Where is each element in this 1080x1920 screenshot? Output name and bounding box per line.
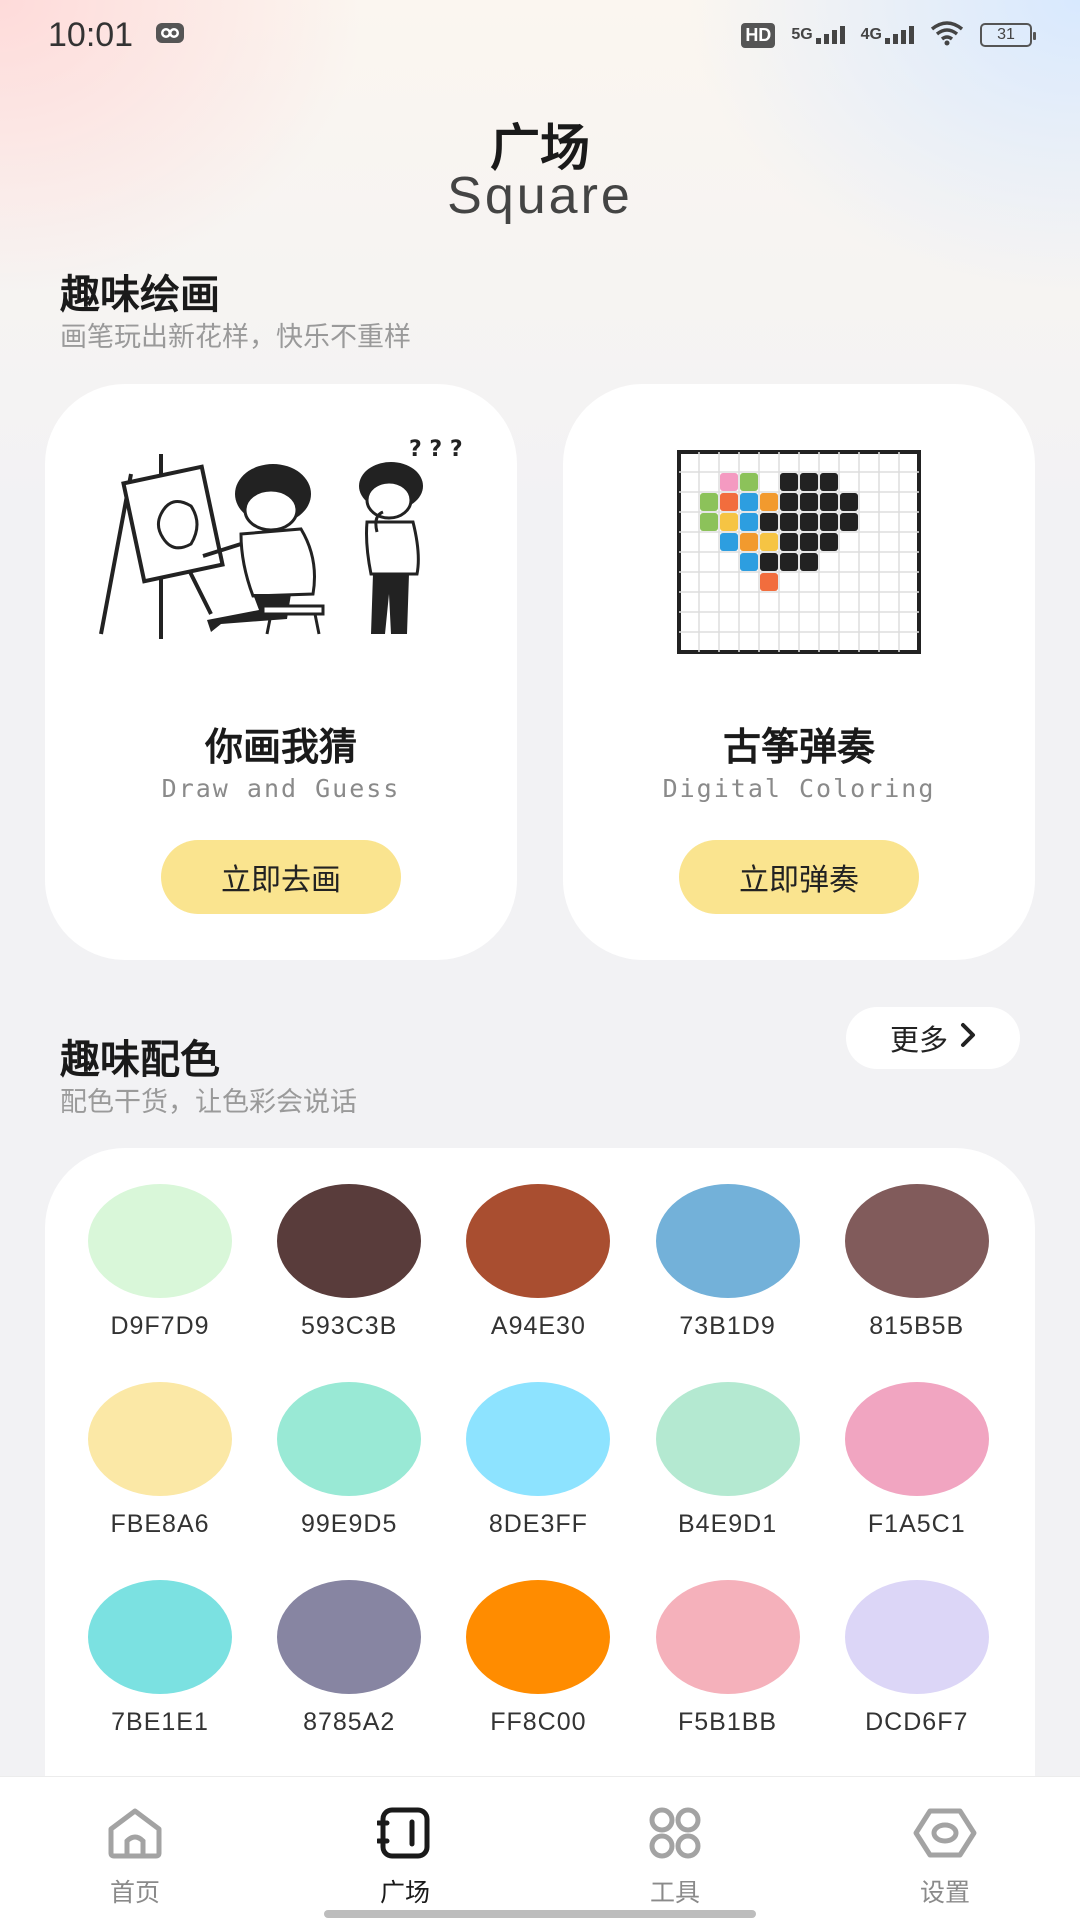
swatch-hex-label: F1A5C1 [867,1510,966,1538]
swatch-row: 7BE1E1 8785A2 FF8C00 F5B1BB DCD6F7 [45,1580,1035,1778]
swatch-row: D9F7D9 593C3B A94E30 73B1D9 815B5B [45,1184,1035,1382]
tab-label: 设置 [919,1878,970,1907]
section-desc-colors: 配色干货，让色彩会说话 [60,1087,357,1118]
tab-label: 首页 [109,1878,160,1907]
color-swatch[interactable]: 73B1D9 [655,1184,845,1382]
signal-4g-label: 4G [860,26,882,43]
swatch-color-circle [277,1382,422,1496]
swatch-hex-label: 8DE3FF [488,1510,588,1538]
swatch-color-circle [88,1580,232,1694]
notification-app-icon [155,22,185,48]
color-swatch[interactable]: 7BE1E1 [88,1580,277,1778]
bottom-tab-bar: 首页 广场 工具 设置 [0,1776,1080,1920]
home-icon [103,1805,167,1861]
swatch-hex-label: A94E30 [490,1312,586,1340]
more-button[interactable]: 更多 [846,1007,1020,1069]
tab-label: 工具 [649,1878,700,1907]
swatch-color-circle [844,1184,989,1298]
swatch-hex-label: 815B5B [869,1312,965,1340]
swatch-color-circle [655,1580,800,1694]
status-time: 10:01 [48,15,134,54]
tab-settings[interactable]: 设置 [855,1777,1035,1920]
pixel-heart-illustration [563,434,1035,654]
swatch-color-circle [844,1382,989,1496]
swatch-hex-label: 8785A2 [303,1708,396,1736]
color-swatch[interactable]: 815B5B [844,1184,1034,1382]
color-swatch[interactable]: 8785A2 [277,1580,466,1778]
section-title-drawing: 趣味绘画 [60,272,220,318]
hd-icon: HD [741,22,776,48]
swatch-color-circle [655,1382,800,1496]
home-indicator[interactable] [324,1910,756,1918]
tab-home[interactable]: 首页 [45,1777,225,1920]
section-desc-drawing: 画笔玩出新花样，快乐不重样 [60,322,411,353]
color-swatch[interactable]: B4E9D1 [655,1382,845,1580]
swatch-hex-label: F5B1BB [678,1708,778,1736]
swatch-hex-label: 593C3B [301,1312,398,1340]
swatch-row: FBE8A6 99E9D5 8DE3FF B4E9D1 F1A5C1 [45,1382,1035,1580]
svg-text:? ? ?: ? ? ? [409,437,463,462]
card-subtitle: Draw and Guess [161,774,401,803]
swatch-color-circle [88,1184,232,1298]
swatch-color-circle [277,1184,422,1298]
card-title: 古筝弹奏 [722,725,875,769]
square-notebook-icon [373,1805,437,1861]
swatch-color-circle [466,1184,611,1298]
signal-4g-icon: 4G [861,26,914,44]
signal-5g-icon: 5G [791,26,845,44]
swatch-color-circle [88,1382,232,1496]
swatch-hex-label: 99E9D5 [301,1510,398,1538]
swatch-hex-label: B4E9D1 [678,1510,778,1538]
card-title: 你画我猜 [204,725,357,769]
section-title-colors: 趣味配色 [60,1037,220,1083]
swatch-color-circle [277,1580,422,1694]
settings-hexagon-icon [913,1805,977,1861]
color-swatch[interactable]: FBE8A6 [88,1382,277,1580]
tab-square[interactable]: 广场 [315,1777,495,1920]
battery-icon: 31 [980,23,1036,47]
color-swatch[interactable]: 8DE3FF [466,1382,655,1580]
swatch-color-circle [844,1580,989,1694]
swatch-grid: D9F7D9 593C3B A94E30 73B1D9 815B5B FBE8A6 99E9… [45,1184,1035,1778]
swatch-hex-label: FF8C00 [490,1708,587,1736]
signal-5g-label: 5G [791,26,813,43]
swatch-hex-label: D9F7D9 [110,1312,210,1340]
swatch-hex-label: DCD6F7 [865,1708,969,1736]
tools-grid-icon [643,1805,707,1861]
tab-tools[interactable]: 工具 [585,1777,765,1920]
color-swatch[interactable]: 99E9D5 [277,1382,466,1580]
card-draw-and-guess[interactable]: ? ? ? 你画我猜 Draw and Guess 立即去画 [45,384,517,960]
page-subtitle: Square [447,167,633,225]
color-swatch[interactable]: D9F7D9 [88,1184,277,1382]
card-subtitle: Digital Coloring [662,774,936,803]
chevron-right-icon [960,1021,976,1055]
palette-panel: D9F7D9 593C3B A94E30 73B1D9 815B5B FBE8A6 99E9… [45,1148,1035,1788]
wifi-icon [930,20,964,50]
card-guzheng-play[interactable]: 古筝弹奏 Digital Coloring 立即弹奏 [563,384,1035,960]
more-label: 更多 [889,1023,948,1057]
swatch-hex-label: 7BE1E1 [111,1708,209,1736]
start-playing-button[interactable]: 立即弹奏 [679,840,919,914]
color-swatch[interactable]: DCD6F7 [844,1580,1034,1778]
status-bar: 10:01 HD 5G 4G 31 [0,0,1080,70]
color-swatch[interactable]: F1A5C1 [844,1382,1034,1580]
swatch-color-circle [466,1382,611,1496]
swatch-color-circle [655,1184,800,1298]
color-swatch[interactable]: A94E30 [466,1184,655,1382]
tab-label: 广场 [379,1878,430,1907]
swatch-hex-label: 73B1D9 [679,1312,776,1340]
color-swatch[interactable]: F5B1BB [655,1580,845,1778]
swatch-color-circle [466,1580,611,1694]
start-drawing-button[interactable]: 立即去画 [161,840,401,914]
color-swatch[interactable]: FF8C00 [466,1580,655,1778]
color-swatch[interactable]: 593C3B [277,1184,466,1382]
swatch-hex-label: FBE8A6 [110,1510,210,1538]
drawing-kids-illustration: ? ? ? [45,434,517,654]
